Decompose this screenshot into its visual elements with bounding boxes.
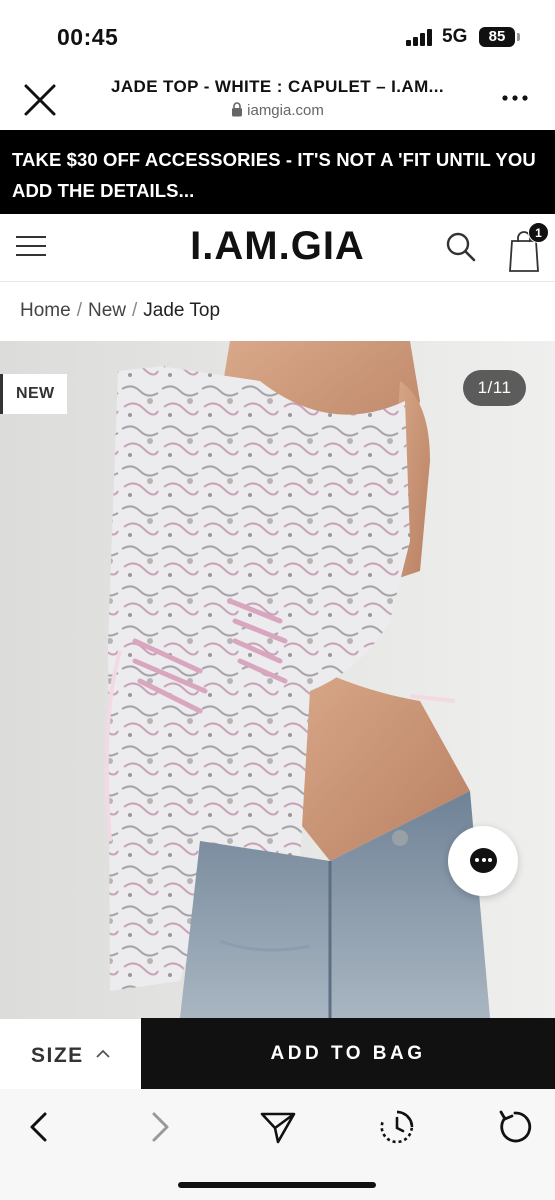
browser-page-title: JADE TOP - WHITE : CAPULET – I.AM... <box>110 77 445 96</box>
breadcrumb: Home / New / Jade Top <box>0 283 555 341</box>
breadcrumb-home[interactable]: Home <box>20 300 71 321</box>
breadcrumb-current: Jade Top <box>143 300 221 321</box>
breadcrumb-separator: / <box>76 300 82 321</box>
browser-bar: JADE TOP - WHITE : CAPULET – I.AM... iam… <box>0 66 555 130</box>
status-bar: 00:45 5G 85 <box>0 0 555 66</box>
product-image[interactable] <box>0 341 555 1018</box>
reload-button[interactable] <box>495 1107 535 1147</box>
add-to-bag-button[interactable]: ADD TO BAG <box>141 1018 555 1089</box>
share-button[interactable] <box>258 1107 298 1147</box>
image-counter: 1/11 <box>463 370 526 406</box>
back-button[interactable] <box>20 1107 60 1147</box>
search-button[interactable] <box>444 230 478 264</box>
promo-banner[interactable]: TAKE $30 OFF ACCESSORIES - IT'S NOT A 'F… <box>0 130 555 214</box>
reload-icon <box>499 1110 532 1143</box>
history-clock-icon <box>380 1110 414 1144</box>
home-indicator <box>178 1182 376 1188</box>
size-label: SIZE <box>31 1044 84 1067</box>
history-button[interactable] <box>377 1107 417 1147</box>
battery-tip <box>517 33 520 41</box>
breadcrumb-new[interactable]: New <box>88 300 126 321</box>
status-time: 00:45 <box>57 24 119 50</box>
new-badge: NEW <box>0 374 67 414</box>
chevron-right-icon <box>152 1112 169 1142</box>
url-text: iamgia.com <box>247 102 324 119</box>
more-icon <box>502 95 528 101</box>
promo-text: TAKE $30 OFF ACCESSORIES - IT'S NOT A 'F… <box>12 149 536 201</box>
signal-icon <box>406 29 436 46</box>
network-label: 5G <box>442 26 468 47</box>
url-bar[interactable]: iamgia.com <box>80 102 475 119</box>
forward-button[interactable] <box>140 1107 180 1147</box>
close-icon <box>24 84 56 116</box>
search-icon <box>446 232 476 262</box>
product-photo <box>0 341 555 1018</box>
site-header: I.AM.GIA <box>0 214 555 282</box>
size-button[interactable]: SIZE <box>0 1018 141 1089</box>
chevron-up-icon <box>96 1049 110 1058</box>
more-button[interactable] <box>500 86 530 110</box>
lock-icon <box>232 102 243 117</box>
send-icon <box>260 1112 296 1144</box>
breadcrumb-separator: / <box>131 300 138 321</box>
chevron-left-icon <box>30 1112 47 1142</box>
battery-icon: 85 <box>479 27 515 47</box>
bag-count-badge: 1 <box>528 222 549 243</box>
chat-button[interactable] <box>448 826 518 896</box>
chat-icon <box>470 848 497 873</box>
action-bar: SIZE ADD TO BAG <box>0 1018 555 1089</box>
close-button[interactable] <box>22 82 58 118</box>
